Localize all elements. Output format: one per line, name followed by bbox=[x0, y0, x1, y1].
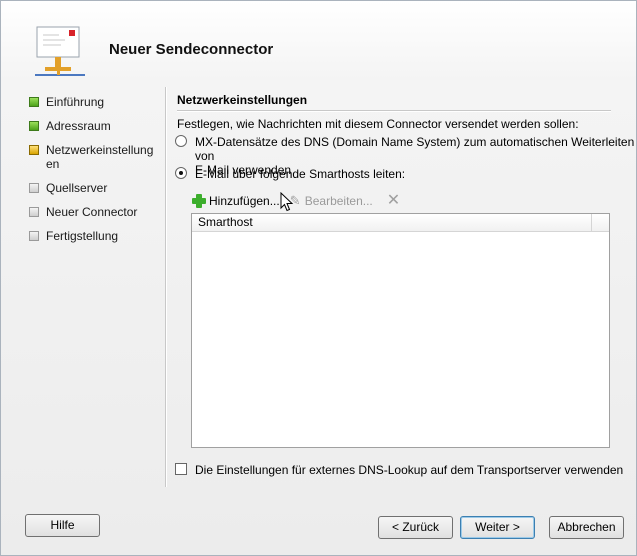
nav-step-netzwerkeinstellungen: Netzwerkeinstellungen bbox=[29, 143, 159, 171]
section-title: Netzwerkeinstellungen bbox=[177, 93, 308, 107]
add-button-label: Hinzufügen... bbox=[209, 194, 280, 208]
send-connector-icon bbox=[35, 26, 85, 76]
wizard-steps-nav: Einführung Adressraum Netzwerkeinstellun… bbox=[29, 95, 159, 253]
add-icon bbox=[191, 193, 207, 209]
step-pending-icon bbox=[29, 231, 39, 241]
smarthost-toolbar: Hinzufügen... ✎ Bearbeiten... ✕ bbox=[191, 191, 413, 211]
cancel-button[interactable]: Abbrechen bbox=[549, 516, 624, 539]
nav-step-quellserver: Quellserver bbox=[29, 181, 159, 195]
section-divider bbox=[177, 110, 611, 112]
nav-step-label: Fertigstellung bbox=[46, 229, 119, 243]
nav-step-einfuehrung: Einführung bbox=[29, 95, 159, 109]
delete-icon: ✕ bbox=[386, 192, 401, 209]
wizard-window: Neuer Sendeconnector Einführung Adressra… bbox=[0, 0, 637, 556]
nav-step-label: Neuer Connector bbox=[46, 205, 138, 219]
nav-step-label: Einführung bbox=[46, 95, 105, 109]
step-complete-icon bbox=[29, 121, 39, 131]
dns-lookup-label[interactable]: Die Einstellungen für externes DNS-Looku… bbox=[195, 463, 623, 477]
radio-smarthost-label[interactable]: E-Mail über folgende Smarthosts leiten: bbox=[195, 167, 405, 181]
radio-mx-records[interactable] bbox=[175, 135, 187, 147]
delete-button[interactable]: ✕ bbox=[383, 193, 403, 209]
step-current-icon bbox=[29, 145, 39, 155]
step-complete-icon bbox=[29, 97, 39, 107]
step-pending-icon bbox=[29, 207, 39, 217]
smarthost-list[interactable]: Smarthost bbox=[191, 213, 610, 448]
intro-text: Festlegen, wie Nachrichten mit diesem Co… bbox=[177, 117, 579, 131]
next-button[interactable]: Weiter > bbox=[460, 516, 535, 539]
list-header: Smarthost bbox=[192, 214, 609, 232]
radio-smarthost[interactable] bbox=[175, 167, 187, 179]
nav-step-adressraum: Adressraum bbox=[29, 119, 159, 133]
nav-step-neuer-connector: Neuer Connector bbox=[29, 205, 159, 219]
add-button[interactable]: Hinzufügen... bbox=[191, 193, 280, 209]
nav-step-label: Quellserver bbox=[46, 181, 108, 195]
step-pending-icon bbox=[29, 183, 39, 193]
dns-lookup-checkbox[interactable] bbox=[175, 463, 187, 475]
help-button[interactable]: Hilfe bbox=[25, 514, 100, 537]
edit-button[interactable]: ✎ Bearbeiten... bbox=[290, 194, 373, 209]
back-button[interactable]: < Zurück bbox=[378, 516, 453, 539]
nav-divider bbox=[165, 87, 167, 487]
nav-step-label: Adressraum bbox=[46, 119, 111, 133]
nav-step-fertigstellung: Fertigstellung bbox=[29, 229, 159, 243]
edit-button-label: Bearbeiten... bbox=[304, 194, 373, 208]
wizard-title: Neuer Sendeconnector bbox=[109, 41, 274, 58]
mouse-cursor-icon bbox=[280, 192, 294, 212]
column-header-filler bbox=[592, 214, 609, 231]
nav-step-label: Netzwerkeinstellungen bbox=[46, 143, 154, 171]
column-header-smarthost[interactable]: Smarthost bbox=[192, 214, 592, 231]
